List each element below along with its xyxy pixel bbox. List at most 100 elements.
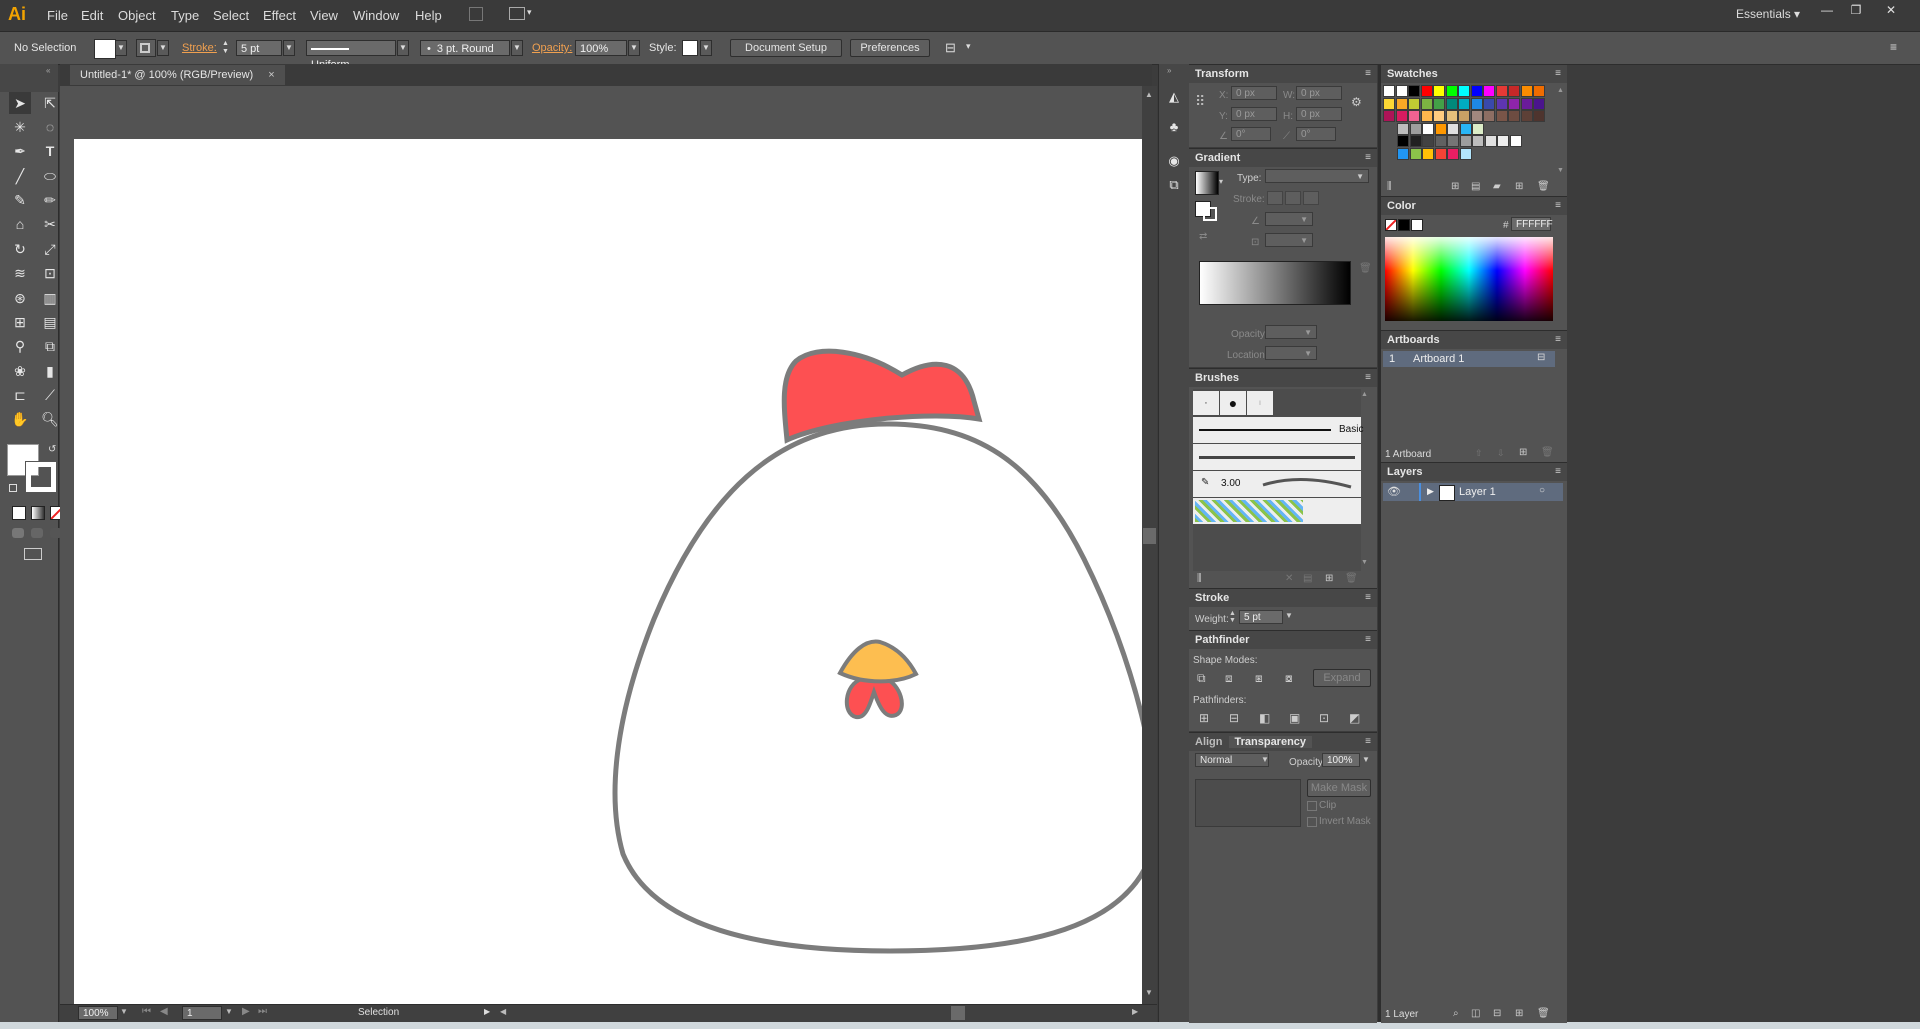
stroke-dropdown-icon[interactable]: ▼ [157,40,169,56]
layers-title[interactable]: Layers ≡ [1381,463,1567,481]
brush-pattern[interactable] [1193,498,1361,524]
graphic-style-swatch[interactable] [682,40,698,56]
stroke-stepper-icon[interactable]: ▲ ▼ [222,40,232,56]
stroke-along-icon[interactable] [1285,191,1301,205]
align-options-dropdown-icon[interactable]: ▾ [966,41,971,52]
arrange-documents-icon[interactable] [509,7,525,20]
aspect-ratio-input[interactable]: ▼ [1265,233,1313,247]
color-swatch[interactable] [1422,122,1434,135]
symbol-sprayer-tool-icon[interactable]: ❀ [9,360,31,382]
color-swatch[interactable] [1445,85,1458,97]
color-title[interactable]: Color ≡ [1381,197,1567,215]
gradient-stroke-box[interactable] [1203,207,1217,221]
color-swatch[interactable] [1383,110,1395,122]
color-swatch[interactable] [1470,85,1483,97]
swap-fill-stroke-icon[interactable]: ↺ [48,444,56,455]
color-swatch[interactable] [1459,122,1472,135]
stroke-panel-title[interactable]: Stroke ≡ [1189,589,1377,607]
brush-definition[interactable]: • 3 pt. Round [420,40,510,56]
artboard-row[interactable]: 1 Artboard 1 ⊟ [1383,351,1555,367]
scroll-thumb[interactable] [1143,528,1156,544]
color-swatch[interactable] [1409,122,1422,135]
pathfinder-title[interactable]: Pathfinder ≡ [1189,631,1377,649]
color-swatch[interactable] [1408,110,1420,122]
color-swatch[interactable] [1395,97,1408,110]
close-tab-icon[interactable]: × [268,69,274,81]
fill-dropdown-icon[interactable]: ▼ [115,40,127,56]
color-swatch[interactable] [1472,135,1484,147]
menu-object[interactable]: Object [118,8,156,23]
stroke-weight-input[interactable]: 5 pt [236,40,282,56]
stroke-across-icon[interactable] [1303,191,1319,205]
color-swatch[interactable] [1497,135,1509,147]
blend-mode-dropdown-icon[interactable]: ▼ [1261,755,1269,764]
stroke-label[interactable]: Stroke: [182,42,217,54]
color-swatch[interactable] [1445,110,1458,122]
menu-select[interactable]: Select [213,8,249,23]
stroke-swatch[interactable] [136,39,156,57]
new-color-group-icon[interactable]: ▰ [1493,181,1501,192]
direct-selection-tool-icon[interactable]: ⇱ [39,92,61,114]
arrange-dropdown-icon[interactable]: ▾ [527,7,532,18]
opacity-label[interactable]: Opacity: [532,42,572,54]
screen-mode-icon[interactable] [24,548,42,560]
delete-layer-icon[interactable]: 🗑︎ [1537,1008,1550,1019]
brush-tiny-dot[interactable]: ı [1247,391,1273,415]
delete-artboard-icon[interactable]: 🗑︎ [1541,447,1554,458]
bridge-icon[interactable] [469,7,483,21]
menu-view[interactable]: View [310,8,338,23]
hand-tool-icon[interactable]: ✋ [9,408,31,430]
color-mode-icon[interactable] [12,506,26,520]
white-color-icon[interactable] [1411,219,1423,231]
artboard-number-dropdown-icon[interactable]: ▼ [225,1007,233,1016]
opacity-dropdown-icon[interactable]: ▼ [628,40,640,56]
rotate-input[interactable]: 0° [1231,127,1271,141]
scroll-left-icon[interactable]: ◀ [500,1007,506,1016]
color-swatch[interactable] [1447,147,1459,160]
brush-options-icon[interactable]: ▤ [1303,573,1312,584]
pen-tool-icon[interactable]: ✒ [9,140,31,162]
color-swatch[interactable] [1459,147,1472,160]
scissors-tool-icon[interactable]: ✂ [39,213,61,235]
brushes-scroll-up-icon[interactable]: ▲ [1361,391,1368,398]
color-swatch[interactable] [1409,147,1422,160]
collapse-dock-icon[interactable]: » [1167,66,1171,75]
gradient-preset-dropdown-icon[interactable]: ▾ [1219,177,1223,186]
color-swatch[interactable] [1458,97,1470,110]
next-artboard-icon[interactable]: ▶ [242,1006,250,1017]
y-input[interactable]: 0 px [1231,107,1277,121]
intersect-icon[interactable]: ⧆ [1255,671,1263,686]
brush-calligraphic[interactable]: ✎ 3.00 [1193,471,1361,497]
blend-tool-icon[interactable]: ⧉ [39,335,61,357]
delete-brush-icon[interactable]: 🗑︎ [1345,573,1358,584]
toolbar-collapse-icon[interactable]: « [46,66,50,75]
color-swatch[interactable] [1533,110,1545,122]
align-tab[interactable]: Align [1189,736,1229,748]
gradient-type-select[interactable]: ▼ [1265,169,1369,183]
transparency-menu-icon[interactable]: ≡ [1365,733,1371,751]
scroll-down-icon[interactable]: ▼ [1145,988,1153,997]
new-sublayer-icon[interactable]: ⊟ [1493,1008,1501,1019]
brush-small-dot[interactable]: · [1193,391,1219,415]
layer-visibility-icon[interactable]: 👁︎ [1387,485,1401,498]
horizontal-scroll-thumb[interactable] [951,1006,965,1020]
brush-libraries-icon[interactable]: ⫼ [1197,573,1202,584]
color-swatch[interactable] [1422,147,1434,160]
last-artboard-icon[interactable]: ⏭ [258,1006,267,1017]
color-swatch[interactable] [1397,147,1409,160]
stroke-within-icon[interactable] [1267,191,1283,205]
profile-dropdown-icon[interactable]: ▼ [397,40,409,56]
color-spectrum[interactable] [1385,237,1553,321]
color-swatch[interactable] [1520,110,1533,122]
pencil-tool-icon[interactable]: ✏ [39,189,61,211]
menu-edit[interactable]: Edit [81,8,103,23]
reference-point-icon[interactable]: ⠿ [1195,93,1213,111]
color-swatch[interactable] [1422,135,1434,147]
perspective-grid-tool-icon[interactable]: ▥ [39,287,61,309]
brushes-scroll-down-icon[interactable]: ▼ [1361,559,1368,566]
exclude-icon[interactable]: ⧇ [1285,671,1293,686]
style-dropdown-icon[interactable]: ▼ [700,40,712,56]
menu-effect[interactable]: Effect [263,8,296,23]
ellipse-tool-icon[interactable]: ⬭ [39,165,61,187]
color-swatch[interactable] [1434,122,1447,135]
